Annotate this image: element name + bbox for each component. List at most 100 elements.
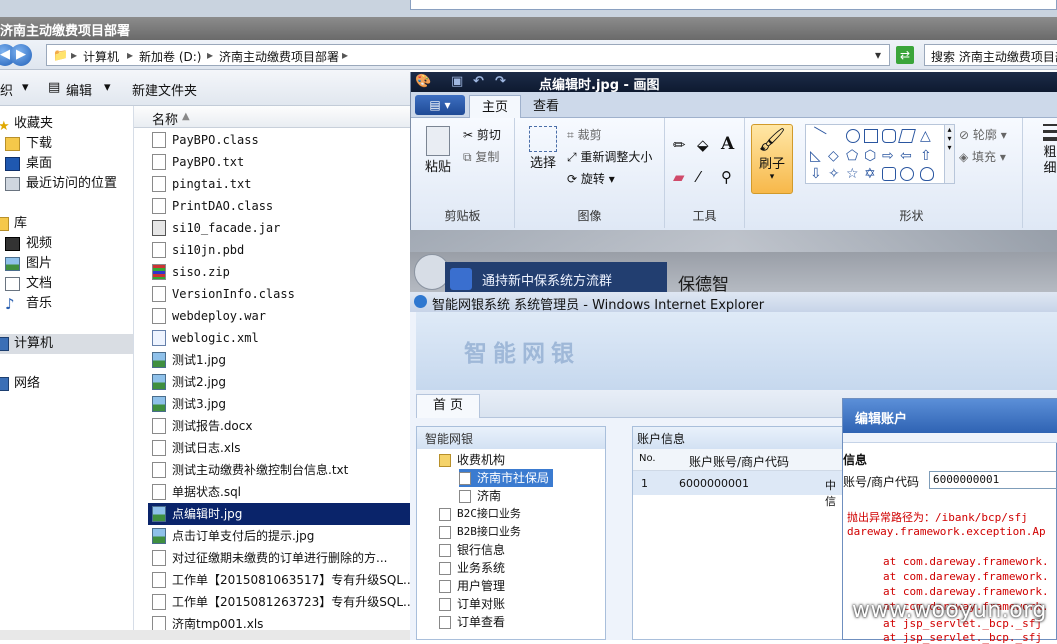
up-arrow-shape-icon[interactable]: ⇧: [920, 149, 934, 163]
file-row[interactable]: weblogic.xml: [148, 327, 410, 349]
breadcrumb-folder[interactable]: 济南主动缴费项目部署: [219, 48, 339, 65]
cut-button[interactable]: ✂ 剪切: [463, 126, 501, 143]
gallery-scroll[interactable]: ▴ ▾ ▾: [944, 125, 954, 183]
file-row[interactable]: si10_facade.jar: [148, 217, 410, 239]
pentagon-shape-icon[interactable]: ⬠: [846, 149, 860, 163]
rounded-rectangle-shape-icon[interactable]: [882, 129, 896, 143]
file-row[interactable]: pingtai.txt: [148, 173, 410, 195]
tree-item[interactable]: 济南: [459, 487, 501, 505]
file-row[interactable]: VersionInfo.class: [148, 283, 410, 305]
chevron-down-icon[interactable]: ▾: [22, 80, 29, 95]
polygon-shape-icon[interactable]: [898, 129, 916, 143]
file-row[interactable]: 对过征缴期未缴费的订单进行删除的方...: [148, 547, 410, 569]
redo-icon[interactable]: ↷: [495, 74, 506, 89]
nav-item-recent[interactable]: 最近访问的位置: [0, 174, 133, 194]
new-folder-button[interactable]: 新建文件夹: [132, 80, 197, 99]
file-row[interactable]: PayBPO.txt: [148, 151, 410, 173]
nav-item-computer[interactable]: 计算机: [0, 334, 133, 354]
down-arrow-shape-icon[interactable]: ⇩: [810, 167, 824, 181]
file-row[interactable]: si10jn.pbd: [148, 239, 410, 261]
file-row[interactable]: 点击订单支付后的提示.jpg: [148, 525, 410, 547]
left-arrow-shape-icon[interactable]: ⇦: [900, 149, 914, 163]
six-point-star-shape-icon[interactable]: ✡: [864, 167, 878, 181]
tree-item[interactable]: 订单对账: [439, 595, 505, 613]
tab-home-page[interactable]: 首 页: [416, 394, 480, 418]
pencil-icon[interactable]: ✏: [673, 136, 686, 154]
tree-item[interactable]: 订单查看: [439, 613, 505, 631]
file-row[interactable]: 测试主动缴费补缴控制台信息.txt: [148, 459, 410, 481]
search-input[interactable]: 搜索 济南主动缴费项目部署: [924, 44, 1057, 66]
file-row[interactable]: 工作单【2015081063517】专有升级SQL...: [148, 569, 410, 591]
rotate-button[interactable]: ⟳ 旋转 ▾: [567, 170, 615, 187]
oval-shape-icon[interactable]: [846, 129, 860, 143]
account-field[interactable]: 6000000001: [929, 471, 1057, 489]
callout-shape-icon[interactable]: [882, 167, 896, 181]
outline-button[interactable]: ⊘ 轮廓 ▾: [959, 126, 1007, 143]
tab-view[interactable]: 查看: [521, 95, 571, 118]
triangle-shape-icon[interactable]: △: [920, 129, 934, 143]
magnifier-icon[interactable]: ⚲: [721, 168, 732, 186]
organize-button[interactable]: 织: [0, 80, 13, 99]
file-row[interactable]: 单据状态.sql: [148, 481, 410, 503]
file-row[interactable]: 测试1.jpg: [148, 349, 410, 371]
chevron-down-icon[interactable]: ▾: [875, 48, 881, 62]
column-header-name[interactable]: 名称 ▲: [134, 106, 410, 128]
tree-item[interactable]: 业务系统: [439, 559, 505, 577]
line-shape-icon[interactable]: [807, 126, 827, 146]
text-icon[interactable]: A: [721, 134, 734, 154]
four-point-star-shape-icon[interactable]: ✧: [828, 167, 842, 181]
tree-item[interactable]: 银行信息: [439, 541, 505, 559]
right-arrow-shape-icon[interactable]: ⇨: [882, 149, 896, 163]
tree-item[interactable]: 收费机构: [439, 451, 505, 469]
file-row[interactable]: 工作单【2015081263723】专有升级SQL...: [148, 591, 410, 613]
nav-item-libraries[interactable]: 库: [0, 214, 133, 234]
nav-item-downloads[interactable]: 下载: [0, 134, 133, 154]
eraser-icon[interactable]: ▰: [673, 168, 685, 186]
fill-button[interactable]: ◈ 填充 ▾: [959, 148, 1006, 165]
copy-button[interactable]: ⧉ 复制: [463, 148, 499, 165]
brush-button[interactable]: 🖌 刷子 ▾: [751, 124, 793, 194]
address-field[interactable]: 📁 ▸ 计算机 ▸ 新加卷 (D:) ▸ 济南主动缴费项目部署 ▸ ▾: [46, 44, 890, 66]
paint-menu-button[interactable]: ▤ ▾: [415, 95, 465, 115]
nav-item-documents[interactable]: 文档: [0, 274, 133, 294]
table-row[interactable]: 1 6000000001 中信: [633, 471, 843, 508]
file-row[interactable]: 测试2.jpg: [148, 371, 410, 393]
nav-item-desktop[interactable]: 桌面: [0, 154, 133, 174]
cloud-callout-shape-icon[interactable]: [920, 167, 934, 181]
select-button[interactable]: 选择: [523, 126, 563, 171]
refresh-icon[interactable]: ⇄: [896, 46, 914, 64]
nav-item-videos[interactable]: 视频: [0, 234, 133, 254]
tab-home[interactable]: 主页: [469, 95, 522, 118]
five-point-star-shape-icon[interactable]: ☆: [846, 167, 860, 181]
tree-item[interactable]: B2C接口业务: [439, 505, 521, 523]
resize-button[interactable]: ⤢ 重新调整大小: [567, 148, 652, 165]
tree-item[interactable]: 用户管理: [439, 577, 505, 595]
color-picker-icon[interactable]: ⁄: [697, 168, 700, 186]
rectangle-shape-icon[interactable]: [864, 129, 878, 143]
tree-item[interactable]: 济南市社保局: [459, 469, 554, 487]
nav-item-music[interactable]: ♪ 音乐: [0, 294, 133, 314]
size-button[interactable]: 粗细: [1035, 124, 1057, 177]
undo-icon[interactable]: ↶: [473, 74, 484, 89]
chevron-down-icon[interactable]: ▾: [104, 80, 111, 95]
nav-item-network[interactable]: 网络: [0, 374, 133, 394]
file-row[interactable]: 测试3.jpg: [148, 393, 410, 415]
forward-button[interactable]: ▶: [10, 44, 32, 66]
shapes-gallery[interactable]: △ ◺ ◇ ⬠ ⬡ ⇨ ⇦ ⇧ ⇩ ✧ ☆ ✡ ▴ ▾ ▾: [805, 124, 955, 184]
fill-bucket-icon[interactable]: ⬙: [697, 136, 709, 154]
edit-button[interactable]: 编辑: [66, 80, 92, 99]
breadcrumb-computer[interactable]: 计算机: [83, 48, 119, 65]
breadcrumb-drive[interactable]: 新加卷 (D:): [139, 48, 201, 65]
right-triangle-shape-icon[interactable]: ◺: [810, 149, 824, 163]
nav-item-favorites[interactable]: ★ 收藏夹: [0, 114, 133, 134]
file-row[interactable]: PayBPO.class: [148, 129, 410, 151]
hexagon-shape-icon[interactable]: ⬡: [864, 149, 878, 163]
paste-button[interactable]: 粘贴: [421, 126, 455, 175]
oval-callout-shape-icon[interactable]: [900, 167, 914, 181]
crop-button[interactable]: ⌗ 裁剪: [567, 126, 602, 143]
tree-item[interactable]: B2B接口业务: [439, 523, 521, 541]
file-row[interactable]: siso.zip: [148, 261, 410, 283]
horizontal-scrollbar[interactable]: [0, 630, 410, 640]
file-row[interactable]: webdeploy.war: [148, 305, 410, 327]
nav-item-pictures[interactable]: 图片: [0, 254, 133, 274]
